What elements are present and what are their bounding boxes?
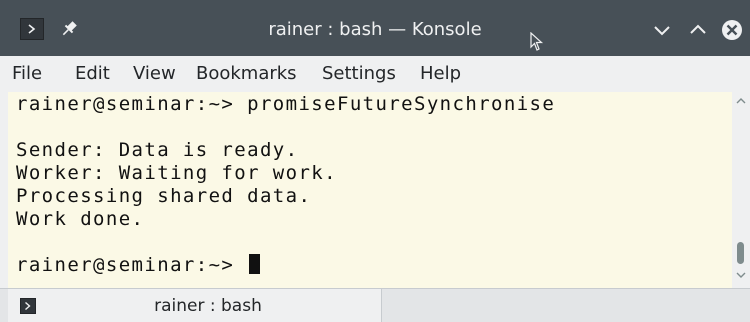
chevron-down-icon [654,26,670,36]
tab-label: rainer : bash [154,296,262,316]
maximize-button[interactable] [686,18,710,42]
terminal-line: Processing shared data. [16,185,312,207]
terminal-line: Work done. [16,208,145,230]
chevron-down-icon[interactable] [735,270,747,280]
terminal-prompt-line: rainer@seminar:~> [16,254,261,276]
terminal-line: Worker: Waiting for work. [16,162,337,184]
terminal-cursor [249,254,261,274]
window-title: rainer : bash — Konsole [268,19,482,40]
tab-rainer-bash[interactable]: rainer : bash [8,289,382,322]
konsole-window: rainer : bash — Konsole File Edit View B… [0,0,750,322]
terminal-scrollbar[interactable] [732,92,750,288]
terminal-line: Sender: Data is ready. [16,139,299,161]
pin-icon[interactable] [58,18,80,40]
scrollbar-thumb[interactable] [737,242,744,264]
close-icon [722,20,742,40]
terminal-output[interactable]: rainer@seminar:~> promiseFutureSynchroni… [8,92,732,288]
menu-bar: File Edit View Bookmarks Settings Help [0,56,750,92]
minimize-button[interactable] [650,18,674,42]
terminal-icon[interactable] [20,18,44,40]
menu-edit[interactable]: Edit [75,56,110,92]
terminal-prompt: rainer@seminar:~> [16,254,248,276]
menu-settings[interactable]: Settings [322,56,396,92]
close-button[interactable] [720,18,744,42]
terminal-line: rainer@seminar:~> promiseFutureSynchroni… [16,93,556,115]
chevron-up-icon [690,24,706,34]
menu-view[interactable]: View [133,56,176,92]
mouse-pointer-icon [530,31,544,56]
menu-file[interactable]: File [12,56,42,92]
tab-bar: rainer : bash [0,288,750,322]
chevron-up-icon[interactable] [735,96,747,106]
menu-help[interactable]: Help [420,56,461,92]
menu-bookmarks[interactable]: Bookmarks [196,56,297,92]
title-bar[interactable]: rainer : bash — Konsole [0,0,750,56]
